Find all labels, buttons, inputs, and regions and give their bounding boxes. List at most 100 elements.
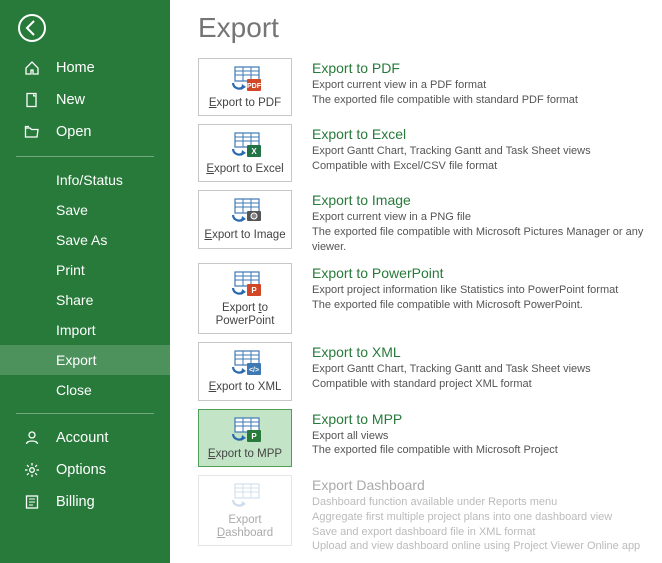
sidebar-item-label: Close — [56, 382, 92, 398]
desc-line: Upload and view dashboard online using P… — [312, 539, 648, 554]
tile-label: Export to MPP — [208, 448, 282, 461]
sidebar-divider — [16, 413, 154, 414]
export-desc: Export to MPP Export all viewsThe exporte… — [312, 409, 648, 459]
account-icon — [22, 430, 42, 446]
home-icon — [22, 60, 42, 76]
export-desc: Export to PowerPoint Export project infor… — [312, 263, 648, 313]
export-desc: Export to Image Export current view in a … — [312, 190, 648, 255]
desc-line: Export current view in a PDF format — [312, 78, 648, 93]
export-row: </> Export to XML Export to XMLExport Gant… — [198, 342, 648, 400]
sidebar-item-label: Billing — [56, 494, 95, 510]
sidebar-item-new[interactable]: New — [0, 84, 170, 116]
sidebar-item-label: Options — [56, 462, 106, 478]
export-tile-export-to-excel[interactable]: X Export to Excel — [198, 124, 292, 182]
desc-line: Save and export dashboard file in XML fo… — [312, 525, 648, 540]
tile-label: Export to PowerPoint — [203, 302, 287, 328]
tile-label: Export to Excel — [206, 163, 283, 176]
sidebar-item-account[interactable]: Account — [0, 422, 170, 454]
sidebar-item-label: Save As — [56, 232, 107, 248]
sidebar-item-label: Home — [56, 60, 95, 76]
desc-line: Compatible with standard project XML for… — [312, 377, 648, 392]
export-desc: Export Dashboard Dashboard function avail… — [312, 475, 648, 554]
desc-line: The exported file compatible with Micros… — [312, 298, 648, 313]
tile-label: Export Dashboard — [203, 514, 287, 540]
sidebar-item-print[interactable]: Print — [0, 255, 170, 285]
sidebar-item-label: Print — [56, 262, 85, 278]
export-row: Export Dashboard Export Dashboard Dashboar… — [198, 475, 648, 554]
sidebar-item-label: Import — [56, 322, 96, 338]
desc-line: Compatible with Excel/CSV file format — [312, 159, 648, 174]
sidebar-item-open[interactable]: Open — [0, 116, 170, 148]
new-icon — [22, 92, 42, 108]
sidebar-item-share[interactable]: Share — [0, 285, 170, 315]
svg-text:PDF: PDF — [247, 83, 262, 90]
svg-text:P: P — [251, 432, 257, 441]
export-row: PDF Export to PDF Export to PDF Export curr… — [198, 58, 648, 116]
export-desc: Export to XMLExport Gantt Chart, Trackin… — [312, 342, 648, 392]
sidebar-item-save-as[interactable]: Save As — [0, 225, 170, 255]
export-tile-export-to-mpp[interactable]: P Export to MPP — [198, 409, 292, 467]
export-mpp-icon: P — [225, 416, 265, 446]
desc-title: Export Dashboard — [312, 477, 648, 493]
desc-line: Aggregate first multiple project plans i… — [312, 510, 648, 525]
export-tile-export-to-pdf[interactable]: PDF Export to PDF — [198, 58, 292, 116]
export-excel-icon: X — [225, 131, 265, 161]
sidebar-item-label: Save — [56, 202, 88, 218]
sidebar-item-export[interactable]: Export — [0, 345, 170, 375]
desc-title: Export to PDF — [312, 60, 648, 76]
sidebar-item-options[interactable]: Options — [0, 454, 170, 486]
export-row: P Export to MPP Export to MPP Export all vi… — [198, 409, 648, 467]
export-tile-export-dashboard: Export Dashboard — [198, 475, 292, 546]
sidebar-item-save[interactable]: Save — [0, 195, 170, 225]
sidebar-item-label: Share — [56, 292, 93, 308]
desc-line: The exported file compatible with Micros… — [312, 443, 648, 458]
export-pdf-icon: PDF — [225, 65, 265, 95]
open-icon — [22, 124, 42, 140]
export-desc: Export to Excel Export Gantt Chart, Track… — [312, 124, 648, 174]
export-tile-export-to-xml[interactable]: </> Export to XML — [198, 342, 292, 400]
options-icon — [22, 462, 42, 478]
sidebar-item-home[interactable]: Home — [0, 52, 170, 84]
sidebar-item-billing[interactable]: Billing — [0, 486, 170, 518]
svg-text:X: X — [251, 147, 257, 156]
desc-line: The exported file compatible with standa… — [312, 93, 648, 108]
desc-title: Export to Image — [312, 192, 648, 208]
export-tile-export-to-powerpoint[interactable]: PExport to PowerPoint — [198, 263, 292, 334]
sidebar: Home New Open Info/Status Save Save As Print S… — [0, 0, 170, 563]
export-desc: Export to PDF Export current view in a PD… — [312, 58, 648, 108]
desc-title: Export to Excel — [312, 126, 648, 142]
back-button[interactable] — [16, 12, 48, 44]
tile-label: Export to XML — [209, 381, 282, 394]
desc-line: Dashboard function available under Repor… — [312, 495, 648, 510]
desc-line: Export current view in a PNG file — [312, 210, 648, 225]
svg-text:</>: </> — [249, 367, 259, 374]
desc-title: Export to MPP — [312, 411, 648, 427]
main-content: Export PDFExport to PDFExport to PDFExpo… — [170, 0, 662, 563]
sidebar-item-label: Export — [56, 352, 96, 368]
desc-line: The exported file compatible with Micros… — [312, 225, 648, 255]
export-dashboard-icon — [225, 482, 265, 512]
export-tile-export-to-image[interactable]: Export to Image — [198, 190, 292, 248]
export-xml-icon: </> — [225, 349, 265, 379]
sidebar-item-label: Account — [56, 430, 108, 446]
export-row: Export to Image Export to Image Export cur… — [198, 190, 648, 255]
desc-line: Export all views — [312, 429, 648, 444]
sidebar-item-label: Open — [56, 124, 91, 140]
tile-label: Export to PDF — [209, 97, 281, 110]
tile-label: Export to Image — [204, 229, 285, 242]
billing-icon — [22, 494, 42, 510]
export-ppt-icon: P — [225, 270, 265, 300]
export-row: PExport to PowerPointExport to PowerPoin… — [198, 263, 648, 334]
sidebar-divider — [16, 156, 154, 157]
export-row: X Export to Excel Export to Excel Export Ga… — [198, 124, 648, 182]
page-title: Export — [198, 12, 648, 44]
sidebar-item-close[interactable]: Close — [0, 375, 170, 405]
export-image-icon — [225, 197, 265, 227]
desc-title: Export to PowerPoint — [312, 265, 648, 281]
sidebar-item-info-status[interactable]: Info/Status — [0, 165, 170, 195]
desc-line: Export Gantt Chart, Tracking Gantt and T… — [312, 144, 648, 159]
desc-line: Export project information like Statisti… — [312, 283, 648, 298]
desc-line: Export Gantt Chart, Tracking Gantt and T… — [312, 362, 648, 377]
sidebar-item-import[interactable]: Import — [0, 315, 170, 345]
back-arrow-icon — [17, 13, 47, 43]
